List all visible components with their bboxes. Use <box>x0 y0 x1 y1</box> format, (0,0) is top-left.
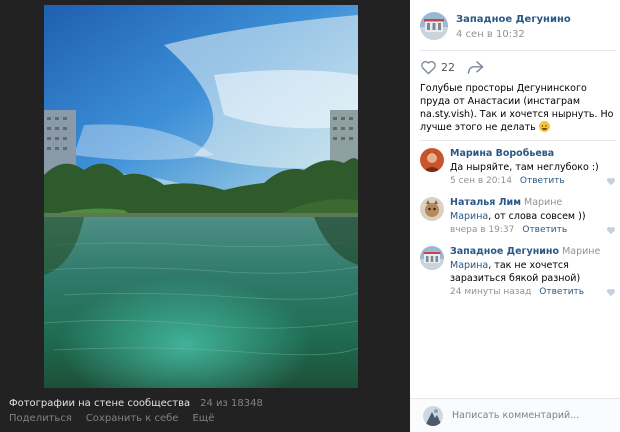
avatar[interactable] <box>420 148 444 172</box>
small-heart-icon[interactable] <box>606 288 616 297</box>
small-heart-icon[interactable] <box>606 177 616 186</box>
likes-count: 22 <box>441 61 455 74</box>
avatar[interactable] <box>420 197 444 221</box>
mention-link[interactable]: Марина <box>450 211 488 222</box>
comment-box <box>410 398 620 432</box>
post-actions: 22 <box>420 60 484 75</box>
comment-date[interactable]: вчера в 19:37 <box>450 225 514 235</box>
divider <box>420 50 616 51</box>
mention-link[interactable]: Марина <box>450 260 488 271</box>
comment-author[interactable]: Марина Воробьева <box>450 148 554 159</box>
comment-input[interactable] <box>452 405 612 425</box>
comment: Марина Воробьева Да ныряйте, там неглубо… <box>420 148 620 186</box>
share-link[interactable]: Поделиться <box>9 413 72 424</box>
small-heart-icon[interactable] <box>606 226 616 235</box>
comment-text: Марина, от слова совсем )) <box>450 210 620 223</box>
post-text: Голубые просторы Дегунинского пруда от А… <box>420 82 615 134</box>
group-name[interactable]: Западное Дегунино <box>456 14 571 25</box>
share-arrow-icon[interactable] <box>467 60 484 75</box>
heart-icon[interactable] <box>420 60 437 75</box>
comment-text: Да ныряйте, там неглубоко :) <box>450 162 599 173</box>
comment-date[interactable]: 5 сен в 20:14 <box>450 176 512 186</box>
comment: Западное Дегунино Марине Марина, так не … <box>420 246 620 297</box>
current-user-avatar <box>423 406 443 426</box>
avatar[interactable] <box>420 246 444 270</box>
post-panel: Западное Дегунино 4 сен в 10:32 22 Голуб… <box>410 0 620 432</box>
comment-author[interactable]: Западное Дегунино <box>450 246 559 257</box>
reply-to[interactable]: Марине <box>562 246 600 257</box>
post-date[interactable]: 4 сен в 10:32 <box>456 29 571 40</box>
viewer-footer: Фотографии на стене сообщества 24 из 183… <box>9 398 399 424</box>
reply-link[interactable]: Ответить <box>539 287 584 297</box>
comment-text-content: , от слова совсем )) <box>488 211 586 222</box>
album-title[interactable]: Фотографии на стене сообщества <box>9 398 190 409</box>
photo-viewer: Фотографии на стене сообщества 24 из 183… <box>0 0 410 432</box>
pond-photo[interactable] <box>44 5 358 388</box>
comment-date[interactable]: 24 минуты назад <box>450 287 531 297</box>
comment-text: Марина, так не хочется заразиться бякой … <box>450 259 620 285</box>
comment: Наталья Лим Марине Марина, от слова совс… <box>420 197 620 235</box>
comment-author[interactable]: Наталья Лим <box>450 197 521 208</box>
divider <box>420 140 616 141</box>
smile-emoji-icon <box>538 121 550 132</box>
reply-to[interactable]: Марине <box>524 197 562 208</box>
post-header: Западное Дегунино 4 сен в 10:32 <box>420 12 571 40</box>
group-avatar[interactable] <box>420 12 448 40</box>
photo-counter: 24 из 18348 <box>200 398 263 409</box>
save-link[interactable]: Сохранить к себе <box>86 413 179 424</box>
post-text-content: Голубые просторы Дегунинского пруда от А… <box>420 83 614 133</box>
more-link[interactable]: Ещё <box>192 413 214 424</box>
reply-link[interactable]: Ответить <box>522 225 567 235</box>
reply-link[interactable]: Ответить <box>520 176 565 186</box>
